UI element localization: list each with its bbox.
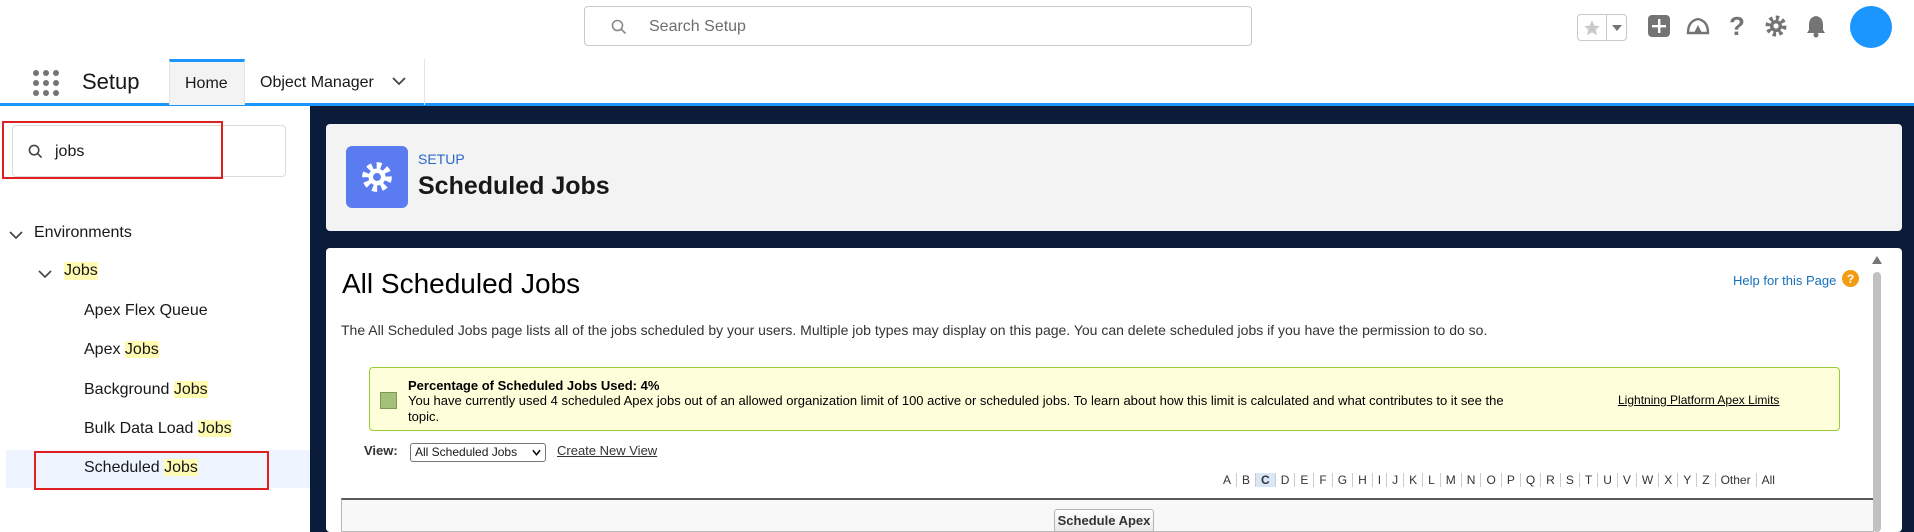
alpha-filter-j[interactable]: J	[1387, 473, 1405, 487]
tab-home-label: Home	[185, 75, 228, 92]
user-avatar[interactable]	[1850, 6, 1892, 48]
search-placeholder: Search Setup	[649, 18, 746, 35]
alpha-filter-u[interactable]: U	[1598, 473, 1618, 487]
tree-item-label: Bulk Data Load	[84, 420, 198, 437]
favorites-dropdown-icon[interactable]	[1607, 15, 1626, 40]
alpha-filter-w[interactable]: W	[1637, 473, 1660, 487]
alphabet-filter: A B C D E F G H I J K L M N O P Q R S T U V W X Y Z Other All	[1218, 473, 1780, 487]
tree-item-apex-jobs[interactable]: Apex Jobs	[84, 341, 159, 359]
alpha-filter-all[interactable]: All	[1757, 473, 1780, 487]
tree-item-highlight: Jobs	[124, 341, 159, 358]
tab-home[interactable]: Home	[169, 59, 245, 105]
gear-icon[interactable]	[1763, 13, 1789, 39]
alpha-filter-l[interactable]: L	[1423, 473, 1441, 487]
tree-item-label: Apex	[84, 341, 125, 358]
view-select-value: All Scheduled Jobs	[415, 445, 518, 459]
help-icon[interactable]: ?	[1842, 270, 1859, 287]
alpha-filter-f[interactable]: F	[1314, 473, 1333, 487]
tree-item-environments[interactable]: Environments	[34, 224, 132, 242]
tab-object-manager[interactable]: Object Manager	[245, 59, 425, 105]
alpha-filter-r[interactable]: R	[1541, 473, 1561, 487]
alpha-filter-s[interactable]: S	[1561, 473, 1580, 487]
tree-item-label: Apex Flex Queue	[84, 302, 208, 319]
chevron-down-icon[interactable]	[391, 75, 407, 87]
chevron-down-icon[interactable]	[9, 227, 23, 245]
favorites-group[interactable]	[1577, 14, 1627, 41]
view-label: View:	[364, 443, 398, 458]
alpha-filter-g[interactable]: G	[1333, 473, 1354, 487]
setup-search-input[interactable]: Search Setup	[584, 6, 1252, 46]
alpha-filter-q[interactable]: Q	[1521, 473, 1542, 487]
scheduled-jobs-highlight-box	[34, 451, 269, 490]
content-title: All Scheduled Jobs	[342, 268, 581, 299]
search-icon	[611, 19, 627, 40]
info-text: You have currently used 4 scheduled Apex…	[408, 393, 1504, 424]
info-title: Percentage of Scheduled Jobs Used: 4%	[408, 378, 660, 393]
limits-info-box: Percentage of Scheduled Jobs Used: 4% Yo…	[369, 367, 1840, 431]
chart-icon	[380, 392, 397, 409]
setup-gear-icon	[346, 146, 408, 208]
tree-item-background-jobs[interactable]: Background Jobs	[84, 381, 208, 399]
trailhead-icon[interactable]	[1685, 13, 1711, 39]
scroll-up-icon[interactable]	[1872, 256, 1882, 264]
alpha-filter-m[interactable]: M	[1441, 473, 1462, 487]
alpha-filter-e[interactable]: E	[1295, 473, 1315, 487]
alpha-filter-h[interactable]: H	[1353, 473, 1373, 487]
quick-find-highlight-box	[2, 121, 223, 179]
alpha-filter-z[interactable]: Z	[1697, 473, 1716, 487]
alpha-filter-n[interactable]: N	[1462, 473, 1482, 487]
scrollbar[interactable]	[1870, 254, 1884, 532]
alpha-filter-y[interactable]: Y	[1678, 473, 1698, 487]
alpha-filter-other[interactable]: Other	[1716, 473, 1757, 487]
alpha-filter-o[interactable]: O	[1481, 473, 1502, 487]
page-eyebrow: SETUP	[418, 151, 465, 167]
app-launcher-icon[interactable]	[32, 69, 60, 97]
global-actions-icon[interactable]	[1646, 13, 1672, 39]
alpha-filter-t[interactable]: T	[1580, 473, 1599, 487]
apex-limits-link[interactable]: Lightning Platform Apex Limits	[1618, 393, 1779, 407]
alpha-filter-b[interactable]: B	[1237, 473, 1257, 487]
alpha-filter-x[interactable]: X	[1659, 473, 1679, 487]
tree-item-bulk-data-load-jobs[interactable]: Bulk Data Load Jobs	[84, 420, 232, 438]
alpha-filter-k[interactable]: K	[1404, 473, 1424, 487]
tree-item-jobs[interactable]: Jobs	[64, 262, 98, 280]
tab-object-manager-label: Object Manager	[260, 74, 374, 91]
tree-item-highlight: Jobs	[197, 420, 232, 437]
app-name: Setup	[82, 69, 140, 94]
notifications-bell-icon[interactable]	[1803, 13, 1829, 39]
alpha-filter-a[interactable]: A	[1218, 473, 1238, 487]
tree-item-apex-flex-queue[interactable]: Apex Flex Queue	[84, 302, 208, 320]
page-description: The All Scheduled Jobs page lists all of…	[341, 322, 1488, 338]
help-icon[interactable]: ?	[1724, 11, 1750, 41]
page-title: Scheduled Jobs	[418, 172, 610, 200]
star-icon[interactable]	[1578, 15, 1607, 40]
scrollbar-thumb[interactable]	[1873, 272, 1881, 532]
tree-item-highlight: Jobs	[173, 381, 208, 398]
create-new-view-link[interactable]: Create New View	[557, 443, 657, 458]
schedule-apex-button[interactable]: Schedule Apex	[1054, 509, 1154, 532]
alpha-filter-p[interactable]: P	[1502, 473, 1521, 487]
alpha-filter-i[interactable]: I	[1373, 473, 1388, 487]
tree-item-label: Background	[84, 381, 174, 398]
alpha-filter-v[interactable]: V	[1618, 473, 1637, 487]
help-for-page-link[interactable]: Help for this Page	[1733, 273, 1836, 288]
chevron-down-icon	[532, 449, 541, 456]
view-select[interactable]: All Scheduled Jobs	[410, 443, 546, 462]
alpha-filter-d[interactable]: D	[1276, 473, 1296, 487]
chevron-down-icon[interactable]	[38, 266, 52, 284]
alpha-filter-c[interactable]: C	[1256, 473, 1276, 487]
